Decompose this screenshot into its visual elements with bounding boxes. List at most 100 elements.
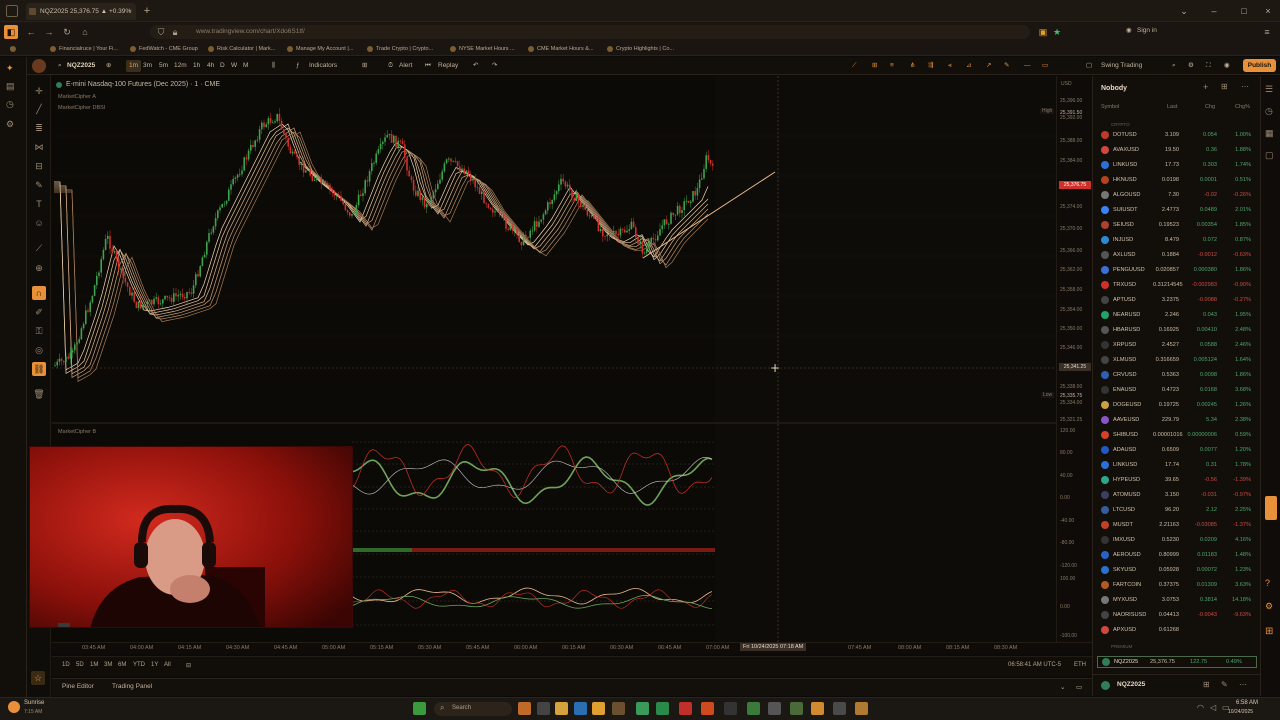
sidebar-toggle-icon[interactable] xyxy=(6,5,18,17)
watchlist-row[interactable]: ATOMUSD 3.150 -0.031 -0.97% xyxy=(1093,488,1261,503)
channel-icon[interactable]: ⇶ xyxy=(928,60,933,72)
interval-1m[interactable]: 1m xyxy=(126,60,142,72)
horizontal-line-icon[interactable]: — xyxy=(1024,60,1031,72)
range-1M[interactable]: 1M xyxy=(90,662,98,668)
replay-button[interactable]: Replay xyxy=(438,60,458,72)
minimize-icon[interactable]: – xyxy=(1206,4,1222,18)
watchlist-row[interactable]: CRVUSD 0.5363 0.0098 1.86% xyxy=(1093,368,1261,383)
zoom-icon[interactable]: ⊕ xyxy=(32,261,46,275)
fullscreen-icon[interactable]: ⛶ xyxy=(1206,60,1211,72)
ruler-icon[interactable]: ⟋ xyxy=(32,241,46,255)
compare-icon[interactable]: ⊕ xyxy=(106,60,111,72)
close-window-icon[interactable]: × xyxy=(1260,4,1276,18)
watchlist-row[interactable]: AVAXUSD 19.50 0.36 1.88% xyxy=(1093,143,1261,158)
maximize-panel-icon[interactable]: ▭ xyxy=(1076,683,1082,691)
watchlist-row[interactable]: NAORISUSD 0.04413 -0.0043 -9.63% xyxy=(1093,608,1261,623)
templates-icon[interactable]: ⊞ xyxy=(362,60,367,72)
app-icon[interactable] xyxy=(833,702,846,715)
history-icon[interactable]: ◷ xyxy=(6,99,20,111)
settings-icon[interactable]: ⚙ xyxy=(1265,601,1273,612)
tab-pine-editor[interactable]: Pine Editor xyxy=(62,683,94,690)
trendline-icon[interactable]: ⟋ xyxy=(852,60,857,72)
camera-icon[interactable]: ◉ xyxy=(1224,60,1230,72)
section-header[interactable]: CRYPTO xyxy=(1111,122,1130,127)
reload-icon[interactable]: ↻ xyxy=(60,25,74,39)
interval-M[interactable]: M xyxy=(243,60,248,72)
indicators-button[interactable]: Indicators xyxy=(309,60,337,72)
apps-grid-icon[interactable]: ⊞ xyxy=(1265,626,1273,637)
grid-icon[interactable]: ⊞ xyxy=(1203,680,1210,689)
forward-icon[interactable]: → xyxy=(42,25,56,39)
clock[interactable]: 06:58:41 AM UTC-5 xyxy=(1008,662,1061,668)
new-tab-icon[interactable]: + xyxy=(140,4,154,18)
watchlist-row[interactable]: IMXUSD 0.5230 0.0209 4.16% xyxy=(1093,533,1261,548)
watchlist-row[interactable]: ALGOUSD 7.30 -0.02 -0.26% xyxy=(1093,188,1261,203)
app-icon[interactable] xyxy=(790,702,803,715)
taskbar-time[interactable]: 6:58 AM xyxy=(1236,700,1258,706)
sign-in-link[interactable]: Sign in xyxy=(1137,25,1157,37)
fib-icon[interactable]: ⋔ xyxy=(910,60,915,72)
watchlist-row[interactable]: INJUSD 8.479 0.072 0.87% xyxy=(1093,233,1261,248)
bookmarks-menu-icon[interactable]: ▸ xyxy=(10,44,16,54)
layout-name[interactable]: Swing Trading xyxy=(1101,60,1142,72)
interval-D[interactable]: D xyxy=(220,60,225,72)
alarm-icon[interactable]: ⏰︎ xyxy=(388,60,393,72)
watchlist-row[interactable]: TRXUSD 0.31214545 -0.002983 -0.90% xyxy=(1093,278,1261,293)
chrome-icon[interactable] xyxy=(636,702,649,715)
start-icon[interactable] xyxy=(413,702,426,715)
indicator-label[interactable]: MarketCipher DBSI xyxy=(58,105,105,111)
watchlist-row[interactable]: MYXUSD 3.0753 0.3814 14.18% xyxy=(1093,593,1261,608)
bookmark-item[interactable]: Risk Calculator | Mark... xyxy=(208,44,275,54)
time-axis[interactable]: 03:45 AM 04:00 AM 04:15 AM 04:30 AM 04:45 AM… xyxy=(52,642,1092,654)
link-icon[interactable]: ⛓ xyxy=(32,362,46,376)
watchlist-row[interactable]: SKYUSD 0.05928 0.00072 1.23% xyxy=(1093,563,1261,578)
back-icon[interactable]: ← xyxy=(24,25,38,39)
interval-1h[interactable]: 1h xyxy=(193,60,200,72)
more-icon[interactable]: ⋯ xyxy=(1241,82,1249,91)
watchlist-row[interactable]: AAVEUSD 229.79 5.34 2.38% xyxy=(1093,413,1261,428)
terminal-icon[interactable] xyxy=(724,702,737,715)
projection-tool-icon[interactable]: ⊟ xyxy=(32,159,46,173)
brush-tool-icon[interactable]: ✎ xyxy=(32,178,46,192)
wallet-icon[interactable]: ▤ xyxy=(6,81,20,93)
taskbar-date[interactable]: 10/24/2025 xyxy=(1228,709,1253,715)
currency-label[interactable]: USD xyxy=(1061,81,1072,87)
avatar[interactable] xyxy=(32,59,46,73)
column-header[interactable]: Symbol xyxy=(1101,104,1119,110)
app-icon[interactable] xyxy=(768,702,781,715)
ray-icon[interactable]: ↗ xyxy=(986,60,991,72)
watchlist-row[interactable]: DOGEUSD 0.19725 0.00245 1.26% xyxy=(1093,398,1261,413)
trash-icon[interactable]: 🗑︎ xyxy=(32,387,46,401)
magnet-icon[interactable]: ∩ xyxy=(32,286,46,300)
bookmark-item[interactable]: Manage My Account |... xyxy=(287,44,353,54)
fib-tool-icon[interactable]: ≣ xyxy=(32,121,46,135)
pattern-tool-icon[interactable]: ⋈ xyxy=(32,140,46,154)
icon-tool-icon[interactable]: ☺ xyxy=(32,216,46,230)
watchlist-row[interactable]: XLMUSD 0.316659 0.005124 1.64% xyxy=(1093,353,1261,368)
watchlist-row[interactable]: SHIBUSD 0.00001016 0.00000006 0.59% xyxy=(1093,428,1261,443)
wifi-icon[interactable]: ◠ xyxy=(1197,703,1204,712)
watchlist-row[interactable]: ADAUSD 0.6509 0.0077 1.20% xyxy=(1093,443,1261,458)
tracking-shield-icon[interactable]: ⛉ xyxy=(154,25,168,39)
interval-4h[interactable]: 4h xyxy=(207,60,214,72)
interval-W[interactable]: W xyxy=(231,60,237,72)
range-6M[interactable]: 6M xyxy=(118,662,126,668)
mail-icon[interactable] xyxy=(574,702,587,715)
settings-icon[interactable]: ⚙ xyxy=(1188,60,1194,72)
interval-3m[interactable]: 3m xyxy=(143,60,152,72)
edit-icon[interactable]: ✎ xyxy=(1221,680,1228,689)
symbol-search[interactable]: NQZ2025 xyxy=(67,60,95,72)
volume-icon[interactable]: ◁ xyxy=(1210,703,1216,712)
details-symbol[interactable]: NQZ2025 xyxy=(1117,681,1145,688)
candles-icon[interactable]: ⫼ xyxy=(272,60,275,72)
watchlist-row-selected[interactable]: NQZ2025 25,376.75 122.75 0.49% xyxy=(1097,656,1257,668)
watchlist-row[interactable]: LINKUSD 17.73 0.303 1.74% xyxy=(1093,158,1261,173)
watchlist-row[interactable]: ENAUSD 0.4723 0.0168 3.68% xyxy=(1093,383,1261,398)
home-icon[interactable]: ⌂ xyxy=(78,25,92,39)
lock-icon[interactable]: 🔒︎ xyxy=(168,25,182,39)
app-icon[interactable] xyxy=(612,702,625,715)
data-window-icon[interactable]: ▦ xyxy=(1265,128,1274,139)
layout-grid-icon[interactable]: ⊞ xyxy=(872,60,877,72)
address-bar[interactable]: www.tradingview.com/chart/Xdo6S1tf/ xyxy=(150,25,1030,39)
weather-icon[interactable] xyxy=(8,701,20,713)
